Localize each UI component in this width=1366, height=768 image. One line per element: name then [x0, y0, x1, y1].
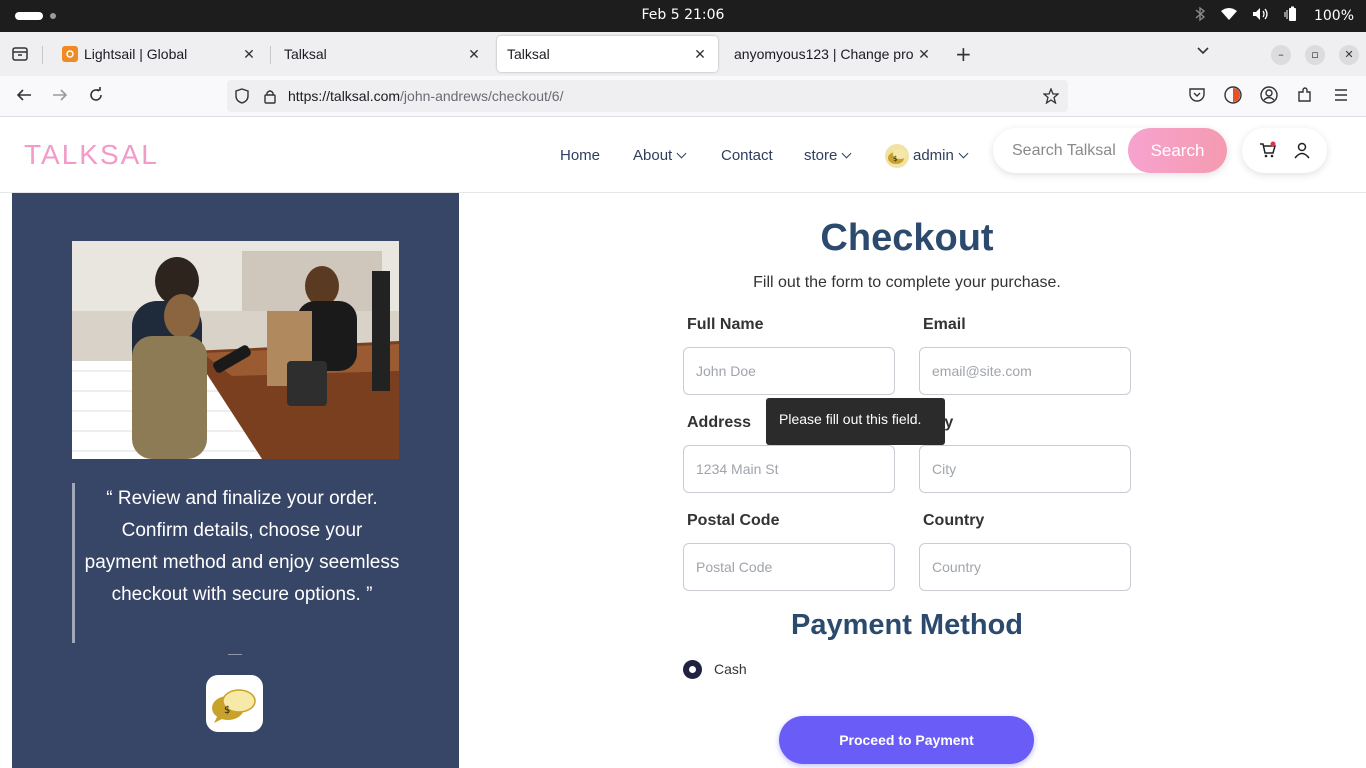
nav-store[interactable]: store — [804, 147, 852, 164]
checkout-quote: “ Review and finalize your order. Confir… — [84, 488, 400, 605]
battery-icon — [1284, 6, 1300, 26]
tab-title: Talksal — [507, 46, 550, 62]
hamburger-menu-icon[interactable] — [1332, 86, 1352, 106]
validation-tooltip: Please fill out this field. — [766, 398, 945, 445]
talksal-app-icon: $ — [206, 675, 263, 732]
user-profile-icon[interactable] — [1293, 141, 1311, 163]
user-avatar[interactable]: $ — [885, 144, 909, 168]
search-button[interactable]: Search — [1128, 128, 1227, 173]
nav-store-label: store — [804, 147, 838, 164]
search-input[interactable] — [993, 128, 1129, 173]
extensions-puzzle-icon[interactable] — [1296, 86, 1316, 106]
nav-user-label: admin — [913, 147, 954, 164]
proceed-to-payment-button[interactable]: Proceed to Payment — [779, 716, 1034, 764]
forward-arrow-icon[interactable] — [50, 86, 70, 106]
chevron-down-icon[interactable] — [1196, 44, 1210, 62]
cart-icon[interactable] — [1259, 141, 1277, 163]
lock-icon[interactable] — [262, 88, 278, 104]
quote-accent-bar — [72, 483, 75, 643]
postal-code-label: Postal Code — [687, 512, 780, 529]
close-tab-icon[interactable]: ✕ — [692, 46, 708, 63]
checkout-title: Checkout — [820, 217, 994, 259]
site-header: TALKSAL Home About Contact store $ admin… — [0, 117, 1366, 193]
payment-method-title: Payment Method — [790, 609, 1024, 641]
nav-contact[interactable]: Contact — [721, 147, 773, 164]
chevron-down-icon — [958, 148, 969, 159]
email-label: Email — [923, 316, 966, 333]
nav-about-label: About — [633, 147, 673, 164]
nav-user[interactable]: admin — [913, 147, 969, 164]
lightsail-favicon-icon — [62, 46, 78, 62]
full-name-input[interactable] — [683, 347, 895, 395]
new-tab-plus-icon[interactable]: + — [955, 42, 972, 66]
url-domain: https://talksal.com — [288, 88, 401, 104]
email-input[interactable] — [919, 347, 1131, 395]
postal-code-input[interactable] — [683, 543, 895, 591]
close-tab-icon[interactable]: ✕ — [916, 46, 932, 63]
site-logo[interactable]: TALKSAL — [24, 139, 159, 171]
os-top-bar: Feb 5 21:06 100% — [0, 0, 1366, 32]
back-arrow-icon[interactable] — [14, 86, 34, 106]
minimize-window-icon[interactable]: – — [1271, 45, 1291, 65]
chevron-down-icon — [676, 148, 687, 159]
system-tray[interactable]: 100% — [1194, 6, 1354, 26]
battery-percentage: 100% — [1313, 8, 1354, 24]
tab-talksal-active[interactable]: Talksal ✕ — [497, 36, 718, 72]
checkout-side-panel: “ Review and finalize your order. Confir… — [12, 193, 459, 768]
browser-navigation-bar: https://talksal.com/john-andrews/checkou… — [0, 76, 1366, 117]
svg-text:$: $ — [224, 705, 230, 716]
tab-title: Talksal — [284, 46, 327, 62]
firefox-view-icon[interactable] — [10, 44, 30, 64]
reload-icon[interactable] — [86, 86, 106, 106]
country-input[interactable] — [919, 543, 1131, 591]
tracking-shield-icon[interactable] — [234, 88, 250, 104]
cash-radio-label[interactable]: Cash — [714, 661, 747, 677]
bluetooth-icon — [1194, 6, 1206, 26]
url-text[interactable]: https://talksal.com/john-andrews/checkou… — [288, 88, 563, 104]
tab-lightsail[interactable]: Lightsail | Global ✕ — [52, 36, 267, 72]
close-window-icon[interactable]: ✕ — [1339, 45, 1359, 65]
checkout-subtitle: Fill out the form to complete your purch… — [753, 274, 1061, 291]
divider — [228, 654, 242, 655]
cart-user-pill — [1242, 128, 1327, 173]
svg-text:$: $ — [893, 155, 897, 163]
tab-talksal[interactable]: Talksal ✕ — [274, 36, 492, 72]
country-label: Country — [923, 512, 985, 529]
extension-colored-icon[interactable] — [1224, 86, 1244, 106]
wifi-icon — [1220, 7, 1238, 25]
nav-home[interactable]: Home — [560, 147, 600, 164]
account-icon[interactable] — [1260, 86, 1280, 106]
tab-title: Lightsail | Global — [84, 46, 188, 62]
cash-radio[interactable] — [683, 660, 702, 679]
address-input[interactable] — [683, 445, 895, 493]
full-name-label: Full Name — [687, 316, 764, 333]
os-clock[interactable]: Feb 5 21:06 — [0, 7, 1366, 23]
bookmark-star-icon[interactable] — [1042, 87, 1060, 105]
nav-about[interactable]: About — [633, 147, 687, 164]
close-tab-icon[interactable]: ✕ — [466, 46, 482, 63]
url-path: /john-andrews/checkout/6/ — [400, 88, 564, 104]
url-bar[interactable]: https://talksal.com/john-andrews/checkou… — [227, 80, 1068, 112]
close-tab-icon[interactable]: ✕ — [241, 46, 257, 63]
tab-title: anyomyous123 | Change pro — [734, 46, 914, 62]
tab-change-profile[interactable]: anyomyous123 | Change pro ✕ — [724, 36, 942, 72]
pocket-icon[interactable] — [1188, 86, 1208, 106]
maximize-window-icon[interactable]: ▫ — [1305, 45, 1325, 65]
volume-icon — [1252, 7, 1270, 25]
site-search: Search — [993, 128, 1227, 173]
city-input[interactable] — [919, 445, 1131, 493]
chevron-down-icon — [841, 148, 852, 159]
browser-tab-strip: Lightsail | Global ✕ Talksal ✕ Talksal ✕… — [0, 32, 1366, 76]
address-label: Address — [687, 414, 752, 431]
shopping-couple-photo — [72, 241, 399, 459]
